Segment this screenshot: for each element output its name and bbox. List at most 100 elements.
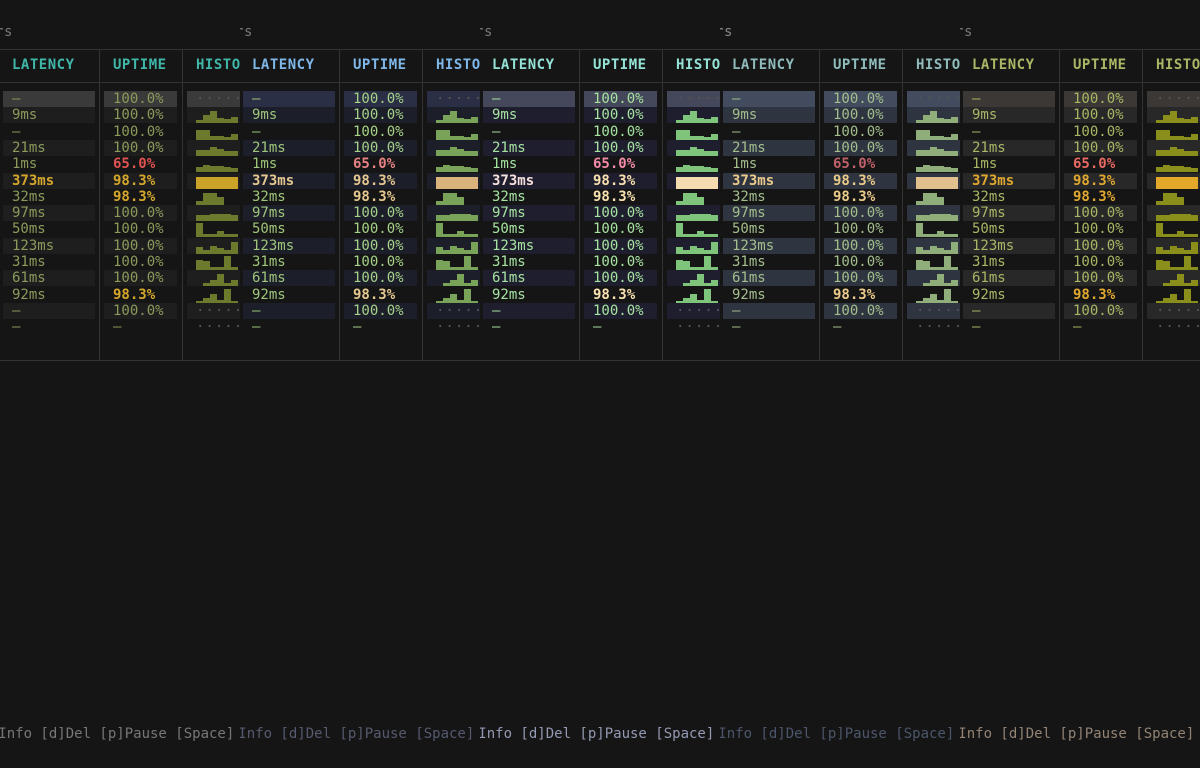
table-row[interactable]: 50ms 100.0% <box>0 221 240 238</box>
table-row[interactable]: 32ms 98.3% <box>240 189 480 205</box>
table-row[interactable]: 92ms 98.3% <box>240 287 480 303</box>
column-header-uptime[interactable]: UPTIME <box>113 57 167 73</box>
table-row[interactable]: 92ms 98.3% <box>0 287 240 303</box>
table-row[interactable]: — 100.0% <box>480 124 720 140</box>
table-row[interactable]: 61ms 100.0% <box>0 270 240 287</box>
table-row[interactable]: 97ms 100.0% <box>0 205 240 222</box>
table-row[interactable]: — 100.0% ····· <box>240 91 480 107</box>
table-row[interactable]: 373ms 98.3% <box>0 172 240 189</box>
table-row[interactable]: 9ms 100.0% <box>960 107 1200 124</box>
table-row[interactable]: 21ms 100.0% <box>960 139 1200 156</box>
table-row[interactable]: 31ms 100.0% <box>480 254 720 270</box>
table-row[interactable]: — 100.0% ····· <box>0 91 240 107</box>
table-row[interactable]: 21ms 100.0% <box>720 139 960 156</box>
uptime-value: 98.3% <box>593 188 636 205</box>
history-bar <box>1191 150 1198 156</box>
table-row[interactable]: 123ms 100.0% <box>240 237 480 254</box>
column-header-latency[interactable]: LATENCY <box>12 57 75 73</box>
table-row[interactable]: — 100.0% ····· <box>960 91 1200 107</box>
table-row[interactable]: 50ms 100.0% <box>960 221 1200 238</box>
column-header-uptime[interactable]: UPTIME <box>833 57 887 73</box>
table-row[interactable]: 61ms 100.0% <box>240 270 480 287</box>
column-header-latency[interactable]: LATENCY <box>972 57 1035 73</box>
table-row[interactable]: — 100.0% ····· <box>720 91 960 107</box>
history-bar <box>930 214 937 222</box>
table-row[interactable]: 31ms 100.0% <box>0 254 240 270</box>
table-row[interactable]: 21ms 100.0% <box>0 139 240 156</box>
column-header-history[interactable]: HISTORY <box>916 57 960 73</box>
table-row[interactable]: 373ms 98.3% <box>720 172 960 189</box>
table-row[interactable]: 9ms 100.0% <box>720 107 960 124</box>
table-row[interactable]: — — ····· <box>240 319 480 335</box>
table-row[interactable]: 32ms 98.3% <box>720 189 960 205</box>
table-row[interactable]: 1ms 65.0% <box>480 156 720 173</box>
table-row[interactable]: 123ms 100.0% <box>720 237 960 254</box>
table-row[interactable]: — 100.0% ····· <box>240 302 480 319</box>
table-row[interactable]: 1ms 65.0% <box>0 156 240 173</box>
table-row[interactable]: 31ms 100.0% <box>960 254 1200 270</box>
table-row[interactable]: 31ms 100.0% <box>240 254 480 270</box>
table-row[interactable]: 61ms 100.0% <box>480 270 720 287</box>
table-row[interactable]: 61ms 100.0% <box>960 270 1200 287</box>
table-row[interactable]: 50ms 100.0% <box>240 221 480 238</box>
table-row[interactable]: — 100.0% ····· <box>480 91 720 107</box>
table-row[interactable]: 123ms 100.0% <box>0 237 240 254</box>
history-sparkline <box>916 221 960 238</box>
column-header-latency[interactable]: LATENCY <box>492 57 555 73</box>
table-row[interactable]: 97ms 100.0% <box>480 205 720 222</box>
column-header-uptime[interactable]: UPTIME <box>593 57 647 73</box>
table-row[interactable]: — 100.0% ····· <box>960 302 1200 319</box>
table-row[interactable]: 97ms 100.0% <box>240 205 480 222</box>
table-row[interactable]: 97ms 100.0% <box>960 205 1200 222</box>
table-row[interactable]: 50ms 100.0% <box>480 221 720 238</box>
table-row[interactable]: — 100.0% ····· <box>720 302 960 319</box>
table-row[interactable]: 1ms 65.0% <box>960 156 1200 173</box>
uptime-value: — <box>593 319 602 336</box>
latency-value: 9ms <box>12 107 38 124</box>
table-row[interactable]: 373ms 98.3% <box>960 172 1200 189</box>
table-row[interactable]: 97ms 100.0% <box>720 205 960 222</box>
table-row[interactable]: 9ms 100.0% <box>480 107 720 124</box>
table-row[interactable]: — 100.0% <box>240 124 480 140</box>
table-row[interactable]: — — ····· <box>0 319 240 335</box>
table-row[interactable]: 21ms 100.0% <box>480 139 720 156</box>
table-row[interactable]: 31ms 100.0% <box>720 254 960 270</box>
table-row[interactable]: 123ms 100.0% <box>480 237 720 254</box>
column-header-latency[interactable]: LATENCY <box>732 57 795 73</box>
table-row[interactable]: 9ms 100.0% <box>240 107 480 124</box>
history-bar <box>930 293 937 303</box>
table-row[interactable]: — 100.0% ····· <box>0 302 240 319</box>
column-header-history[interactable]: HISTORY <box>196 57 240 73</box>
table-row[interactable]: 61ms 100.0% <box>720 270 960 287</box>
table-row[interactable]: 1ms 65.0% <box>240 156 480 173</box>
history-sparkline <box>676 287 720 303</box>
table-row[interactable]: — 100.0% <box>720 124 960 140</box>
latency-value: — <box>972 319 981 336</box>
column-header-uptime[interactable]: UPTIME <box>353 57 407 73</box>
table-row[interactable]: — — ····· <box>480 319 720 335</box>
table-row[interactable]: — — ····· <box>960 319 1200 335</box>
column-header-history[interactable]: HISTORY <box>676 57 720 73</box>
table-row[interactable]: — 100.0% <box>960 124 1200 140</box>
column-header-uptime[interactable]: UPTIME <box>1073 57 1127 73</box>
table-row[interactable]: 32ms 98.3% <box>480 189 720 205</box>
table-row[interactable]: 123ms 100.0% <box>960 237 1200 254</box>
table-row[interactable]: — — ····· <box>720 319 960 335</box>
table-row[interactable]: — 100.0% ····· <box>480 302 720 319</box>
column-header-history[interactable]: HISTORY <box>436 57 480 73</box>
table-row[interactable]: — 100.0% <box>0 124 240 140</box>
table-row[interactable]: 1ms 65.0% <box>720 156 960 173</box>
table-row[interactable]: 92ms 98.3% <box>480 287 720 303</box>
table-row[interactable]: 32ms 98.3% <box>960 189 1200 205</box>
column-header-history[interactable]: HISTORY <box>1156 57 1200 73</box>
table-row[interactable]: 21ms 100.0% <box>240 139 480 156</box>
uptime-value: 100.0% <box>113 107 164 124</box>
table-row[interactable]: 50ms 100.0% <box>720 221 960 238</box>
table-row[interactable]: 373ms 98.3% <box>480 172 720 189</box>
table-row[interactable]: 32ms 98.3% <box>0 189 240 205</box>
table-row[interactable]: 92ms 98.3% <box>960 287 1200 303</box>
table-row[interactable]: 373ms 98.3% <box>240 172 480 189</box>
column-header-latency[interactable]: LATENCY <box>252 57 315 73</box>
table-row[interactable]: 9ms 100.0% <box>0 107 240 124</box>
table-row[interactable]: 92ms 98.3% <box>720 287 960 303</box>
